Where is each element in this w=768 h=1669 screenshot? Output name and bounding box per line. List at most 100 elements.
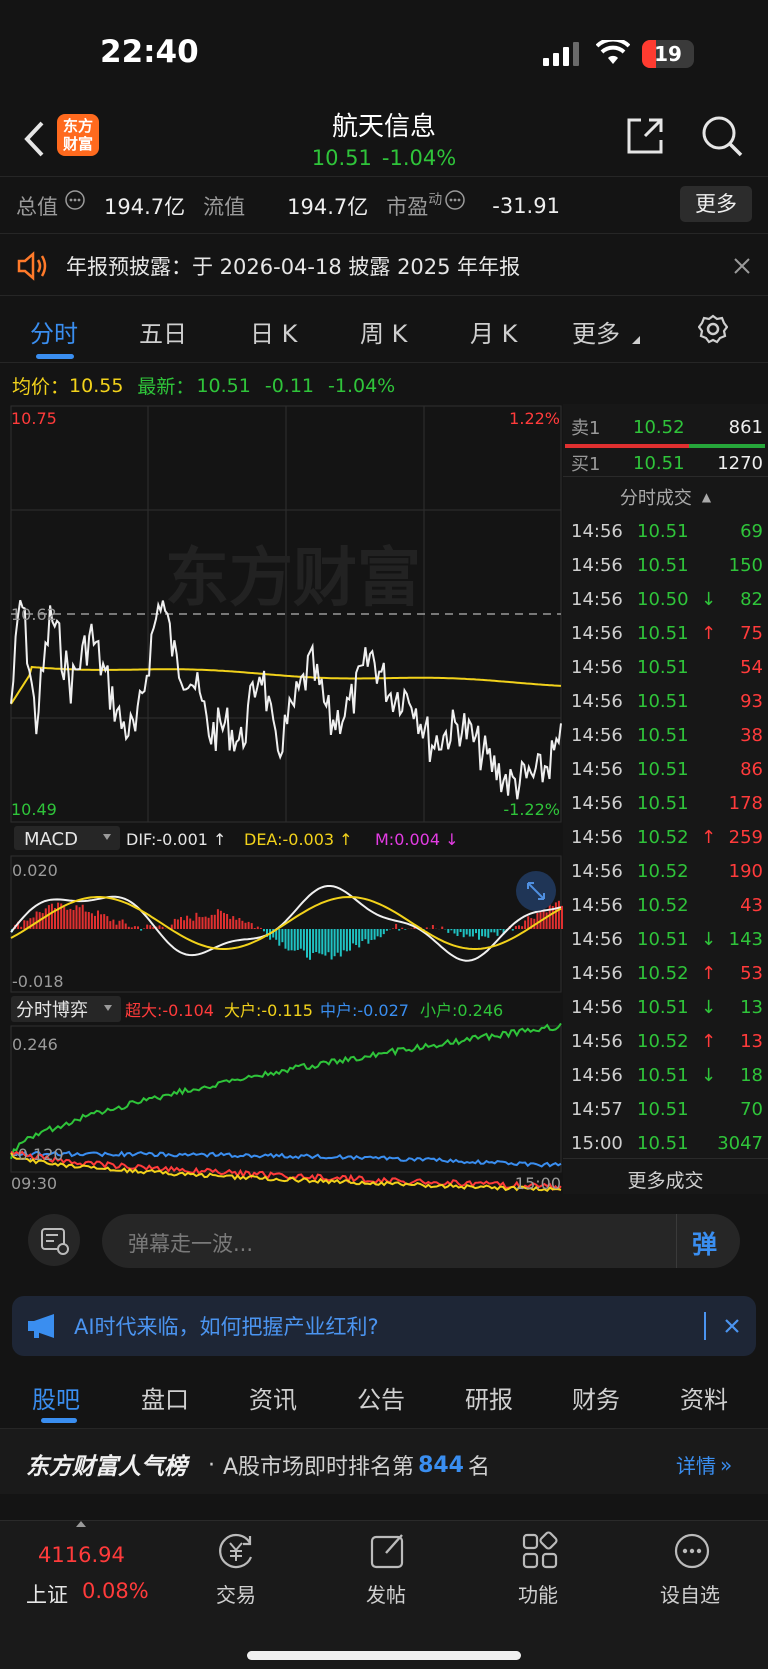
tab-news[interactable]: 资讯 [249,1380,297,1415]
trade-direction-icon: ↓ [701,928,717,950]
rank-detail-link[interactable]: 详情 » [676,1450,732,1479]
post-icon[interactable] [368,1531,408,1571]
trade-time: 14:56 [571,554,623,576]
info-icon[interactable] [444,189,466,211]
trade-time: 14:56 [571,1030,623,1052]
barrage-send-button[interactable]: 弹 [692,1225,717,1261]
macd-bar [183,920,186,929]
tab-monthly-k[interactable]: 月 K [470,314,517,349]
trade-time: 14:56 [571,962,623,984]
trade-price: 10.52 [637,894,689,916]
macd-bar [465,929,468,935]
share-icon[interactable] [625,116,665,156]
gear-icon[interactable] [698,314,728,344]
macd-bar [210,914,213,929]
trade-time: 14:56 [571,860,623,882]
apps-icon[interactable] [520,1531,560,1571]
info-icon[interactable] [64,189,86,211]
trade-price: 10.51 [637,622,689,644]
more-trades-button[interactable]: 更多成交 [563,1166,768,1193]
dock-functions[interactable]: 功能 [518,1579,558,1608]
total-value: 194.7亿 [104,195,186,219]
close-icon[interactable] [724,1318,740,1334]
macd-bar [226,914,229,929]
trades-header[interactable]: 分时成交 ▲ [563,484,768,510]
macd-bar [75,905,78,929]
macd-bar [198,916,201,929]
dock-post[interactable]: 发帖 [366,1579,406,1608]
macd-bar [94,915,96,929]
sell-1-price: 10.52 [633,416,685,438]
trade-row: 14:56 10.51 54 [571,650,763,684]
tab-weekly-k[interactable]: 周 K [360,314,407,349]
macd-bar [100,914,103,929]
tab-more[interactable]: 更多 [572,314,620,349]
trade-direction-icon: ↓ [701,1064,717,1086]
barrage-settings-button[interactable] [28,1214,80,1266]
trade-price: 10.51 [637,656,689,678]
macd-bar [514,926,517,929]
macd-bar [140,929,143,931]
trade-time: 14:56 [571,690,623,712]
macd-bar [382,929,385,935]
macd-bar [63,906,66,929]
trade-row: 14:56 10.52 ↑ 13 [571,1024,763,1058]
notice-bar[interactable]: 年报预披露：于 2026-04-18 披露 2025 年年报 [0,236,768,296]
search-icon[interactable] [700,114,744,158]
trade-volume: 150 [728,554,763,576]
tab-daily-k[interactable]: 日 K [250,314,297,349]
macd-m: M:0.004 ↓ [375,830,459,849]
macd-bar [278,929,281,946]
trade-price: 10.52 [637,860,689,882]
trade-time: 14:56 [571,758,623,780]
tab-announcements[interactable]: 公告 [357,1380,405,1415]
dock-trade[interactable]: 交易 [216,1579,256,1608]
macd-bar [306,929,308,958]
macd-bar [106,916,109,929]
tab-guba[interactable]: 股吧 [32,1380,80,1415]
trade-icon[interactable] [216,1531,256,1571]
more-circle-icon[interactable] [672,1531,712,1571]
trade-volume: 18 [740,1064,763,1086]
tab-pankou[interactable]: 盘口 [141,1380,189,1415]
expand-up-icon[interactable] [76,1521,86,1527]
index-value[interactable]: 4116.94 [38,1543,125,1567]
tab-intraday[interactable]: 分时 [30,314,78,349]
macd-bar [484,929,487,937]
macd-bar [471,929,474,937]
macd-bar [207,917,210,929]
macd-bar [345,929,348,952]
macd-bar [299,929,302,949]
popularity-rank[interactable]: 东方财富人气榜 · A股市场即时排名第 844 名 详情 » [0,1428,768,1494]
tab-profile[interactable]: 资料 [680,1380,728,1415]
tab-finance[interactable]: 财务 [572,1380,620,1415]
trade-time: 14:56 [571,656,623,678]
index-name[interactable]: 上证 [26,1579,68,1609]
macd-bar [481,929,484,937]
macd-bar [290,929,293,951]
intraday-chart[interactable]: 东方财富 10.75 1.22% 10.62 10.49 -1.22% MACD… [0,404,563,1194]
dock-add-watchlist[interactable]: 设自选 [660,1579,720,1608]
buy-1-label: 买1 [571,454,601,475]
rank-detail-label: 详情 [676,1454,716,1478]
barrage-input[interactable]: 弹幕走一波... 弹 [102,1214,740,1268]
macd-bar [352,929,355,944]
tab-five-day[interactable]: 五日 [139,314,187,349]
active-tab-indicator [41,1418,77,1423]
macd-bar [496,929,499,936]
start-time-label: 09:30 [11,1174,57,1193]
macd-bar [468,929,471,937]
trade-row: 14:56 10.51 ↓ 18 [571,1058,763,1092]
more-stats-button[interactable]: 更多 [680,186,752,222]
macd-bar [84,911,87,929]
megaphone-icon [28,1314,54,1338]
ai-banner[interactable]: AI时代来临，如何把握产业红利? [12,1296,756,1356]
macd-bar [441,926,444,929]
tab-research[interactable]: 研报 [465,1380,513,1415]
trade-volume: 13 [740,996,763,1018]
trade-row: 14:57 10.51 70 [571,1092,763,1126]
close-icon[interactable] [733,257,751,275]
total-value-label: 总值 [16,195,58,219]
index-change-pct[interactable]: 0.08% [82,1579,149,1603]
macd-bar [545,912,548,929]
